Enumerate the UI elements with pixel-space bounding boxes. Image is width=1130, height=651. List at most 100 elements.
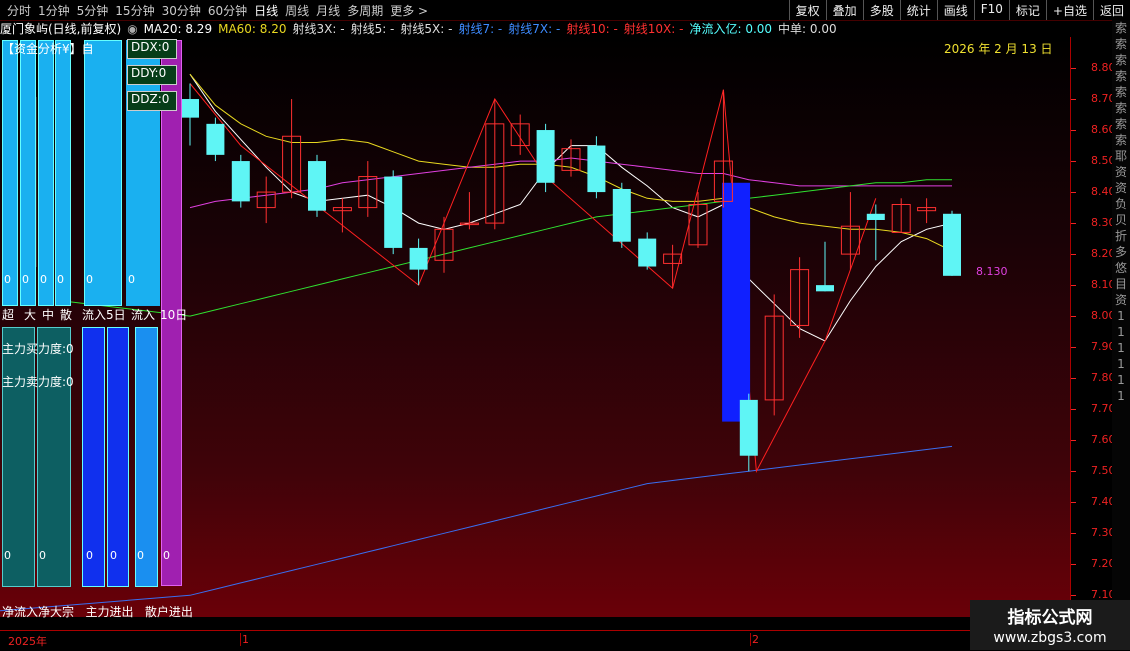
zero-4: 0: [57, 273, 64, 286]
side-char-17: 资: [1114, 293, 1127, 307]
side-char-11: 负: [1114, 197, 1127, 211]
candle-body-2: [231, 161, 250, 202]
side-text-strip: 索索索索索索索索耶资资负贝折多悠目资111111: [1112, 20, 1130, 617]
top-toolbar: 分时 1分钟 5分钟 15分钟 30分钟 60分钟 日线 周线 月线 多周期 更多 > 复权 叠加 多股…: [0, 0, 1130, 21]
side-char-12: 贝: [1114, 213, 1127, 227]
right-button-3[interactable]: 统计: [899, 0, 937, 20]
candle-body-9: [409, 247, 428, 270]
price-tick-mark-7: [1071, 285, 1076, 287]
candle-body-18: [638, 238, 657, 267]
col-large: [20, 40, 36, 306]
tab-0[interactable]: 分时: [7, 2, 31, 19]
zero-8: 0: [39, 549, 46, 562]
right-button-2[interactable]: 多股: [862, 0, 900, 20]
ddy-box: DDY:0: [127, 65, 177, 85]
panel-header-2: 中: [42, 308, 55, 322]
time-label-2: 2: [750, 633, 759, 646]
info-item-1: 射线5: -: [350, 22, 395, 36]
panel-header-1: 大: [24, 308, 37, 322]
right-button-8[interactable]: 返回: [1092, 0, 1130, 20]
candle-body-30: [943, 213, 961, 276]
col-super: [2, 40, 18, 306]
panel-bottom-labels: 净流入净大宗 主力进出 散户进出: [2, 605, 193, 619]
indicator-info-bar: 厦门象屿(日线,前复权) ◉ MA20: 8.29 MA60: 8.20 射线3…: [0, 20, 1070, 37]
side-char-13: 折: [1114, 229, 1127, 243]
sell-strength: 主力卖力度:0: [2, 375, 74, 389]
right-button-1[interactable]: 叠加: [825, 0, 863, 20]
col-buy-2: [37, 327, 71, 587]
zero-1: 0: [4, 273, 11, 286]
zero-11: 0: [137, 549, 144, 562]
time-axis: 2025年 1 2: [0, 630, 970, 651]
col-retail: [55, 40, 71, 306]
watermark-url: www.zbgs3.com: [993, 630, 1107, 646]
stock-title[interactable]: 厦门象屿(日线,前复权): [0, 20, 121, 37]
side-char-19: 1: [1117, 325, 1125, 339]
tab-10[interactable]: 更多 >: [390, 2, 428, 19]
price-tick-mark-8: [1071, 316, 1076, 318]
tab-2[interactable]: 5分钟: [77, 2, 109, 19]
last-price-label: 8.130: [976, 265, 1008, 278]
ma-line-0: [189, 73, 953, 342]
right-button-4[interactable]: 画线: [936, 0, 974, 20]
side-char-21: 1: [1117, 357, 1125, 371]
zigzag-line: [189, 83, 877, 473]
zero-2: 0: [22, 273, 29, 286]
right-button-0[interactable]: 复权: [788, 0, 826, 20]
ma20-value: MA20: 8.29: [143, 21, 213, 36]
right-button-5[interactable]: F10: [973, 0, 1009, 20]
price-tick-mark-2: [1071, 130, 1076, 132]
price-tick-mark-6: [1071, 254, 1076, 256]
candle-body-16: [587, 145, 606, 193]
side-char-7: 索: [1114, 133, 1127, 147]
ma60-value: MA60: 8.20: [218, 21, 287, 36]
side-char-0: 索: [1114, 21, 1127, 35]
price-tick-mark-16: [1071, 564, 1076, 566]
side-char-2: 索: [1114, 53, 1127, 67]
info-item-3: 射线7: -: [458, 22, 503, 36]
col-flow-3: [135, 327, 158, 587]
price-tick-mark-5: [1071, 223, 1076, 225]
candle-body-27: [866, 213, 885, 220]
col-inflow: [84, 40, 122, 306]
ma-line-3: [189, 179, 952, 317]
panel-header-7: 10日: [160, 308, 188, 322]
tab-8[interactable]: 月线: [316, 2, 340, 19]
side-char-16: 目: [1114, 277, 1127, 291]
tab-1[interactable]: 1分钟: [38, 2, 70, 19]
price-axis: 8.80 8.70 8.60 8.50 8.40 8.30 8.20 8.10 8.00 7.90…: [1070, 37, 1116, 617]
panel-header-6: 流入: [131, 308, 156, 322]
side-char-8: 耶: [1114, 149, 1127, 163]
side-char-6: 索: [1114, 117, 1127, 131]
price-tick-mark-4: [1071, 192, 1076, 194]
kline-chart[interactable]: 2026 年 2 月 13 日 8.130 【资金分析¥】自 DDX:0 DDY…: [0, 37, 1070, 619]
side-char-22: 1: [1117, 373, 1125, 387]
tab-5[interactable]: 60分钟: [208, 2, 247, 19]
panel-header-4: 流入: [82, 308, 107, 322]
right-button-6[interactable]: 标记: [1008, 0, 1046, 20]
panel-header-0: 超: [2, 308, 15, 322]
tab-6[interactable]: 日线: [254, 2, 278, 19]
info-item-2: 射线5X: -: [400, 22, 453, 36]
zero-6: 0: [128, 273, 135, 286]
tab-4[interactable]: 30分钟: [162, 2, 201, 19]
price-tick-mark-17: [1071, 595, 1076, 597]
side-char-3: 索: [1114, 69, 1127, 83]
tab-9[interactable]: 多周期: [347, 2, 383, 19]
candle-body-25: [816, 285, 834, 292]
tab-7[interactable]: 周线: [285, 2, 309, 19]
candle-body-14: [536, 130, 555, 183]
right-button-7[interactable]: +自选: [1045, 0, 1093, 20]
info-item-7: 净流入亿: 0.00: [689, 22, 773, 36]
candle-body-8: [384, 176, 403, 248]
ma-line-4: [189, 445, 953, 596]
panel-header-3: 散: [60, 308, 73, 322]
col-mid: [38, 40, 54, 306]
zero-3: 0: [40, 273, 47, 286]
side-char-18: 1: [1117, 309, 1125, 323]
tab-3[interactable]: 15分钟: [115, 2, 154, 19]
info-item-6: 射线10X: -: [623, 22, 684, 36]
price-tick-mark-13: [1071, 471, 1076, 473]
settings-icon[interactable]: ◉: [127, 22, 137, 36]
side-char-9: 资: [1114, 165, 1127, 179]
